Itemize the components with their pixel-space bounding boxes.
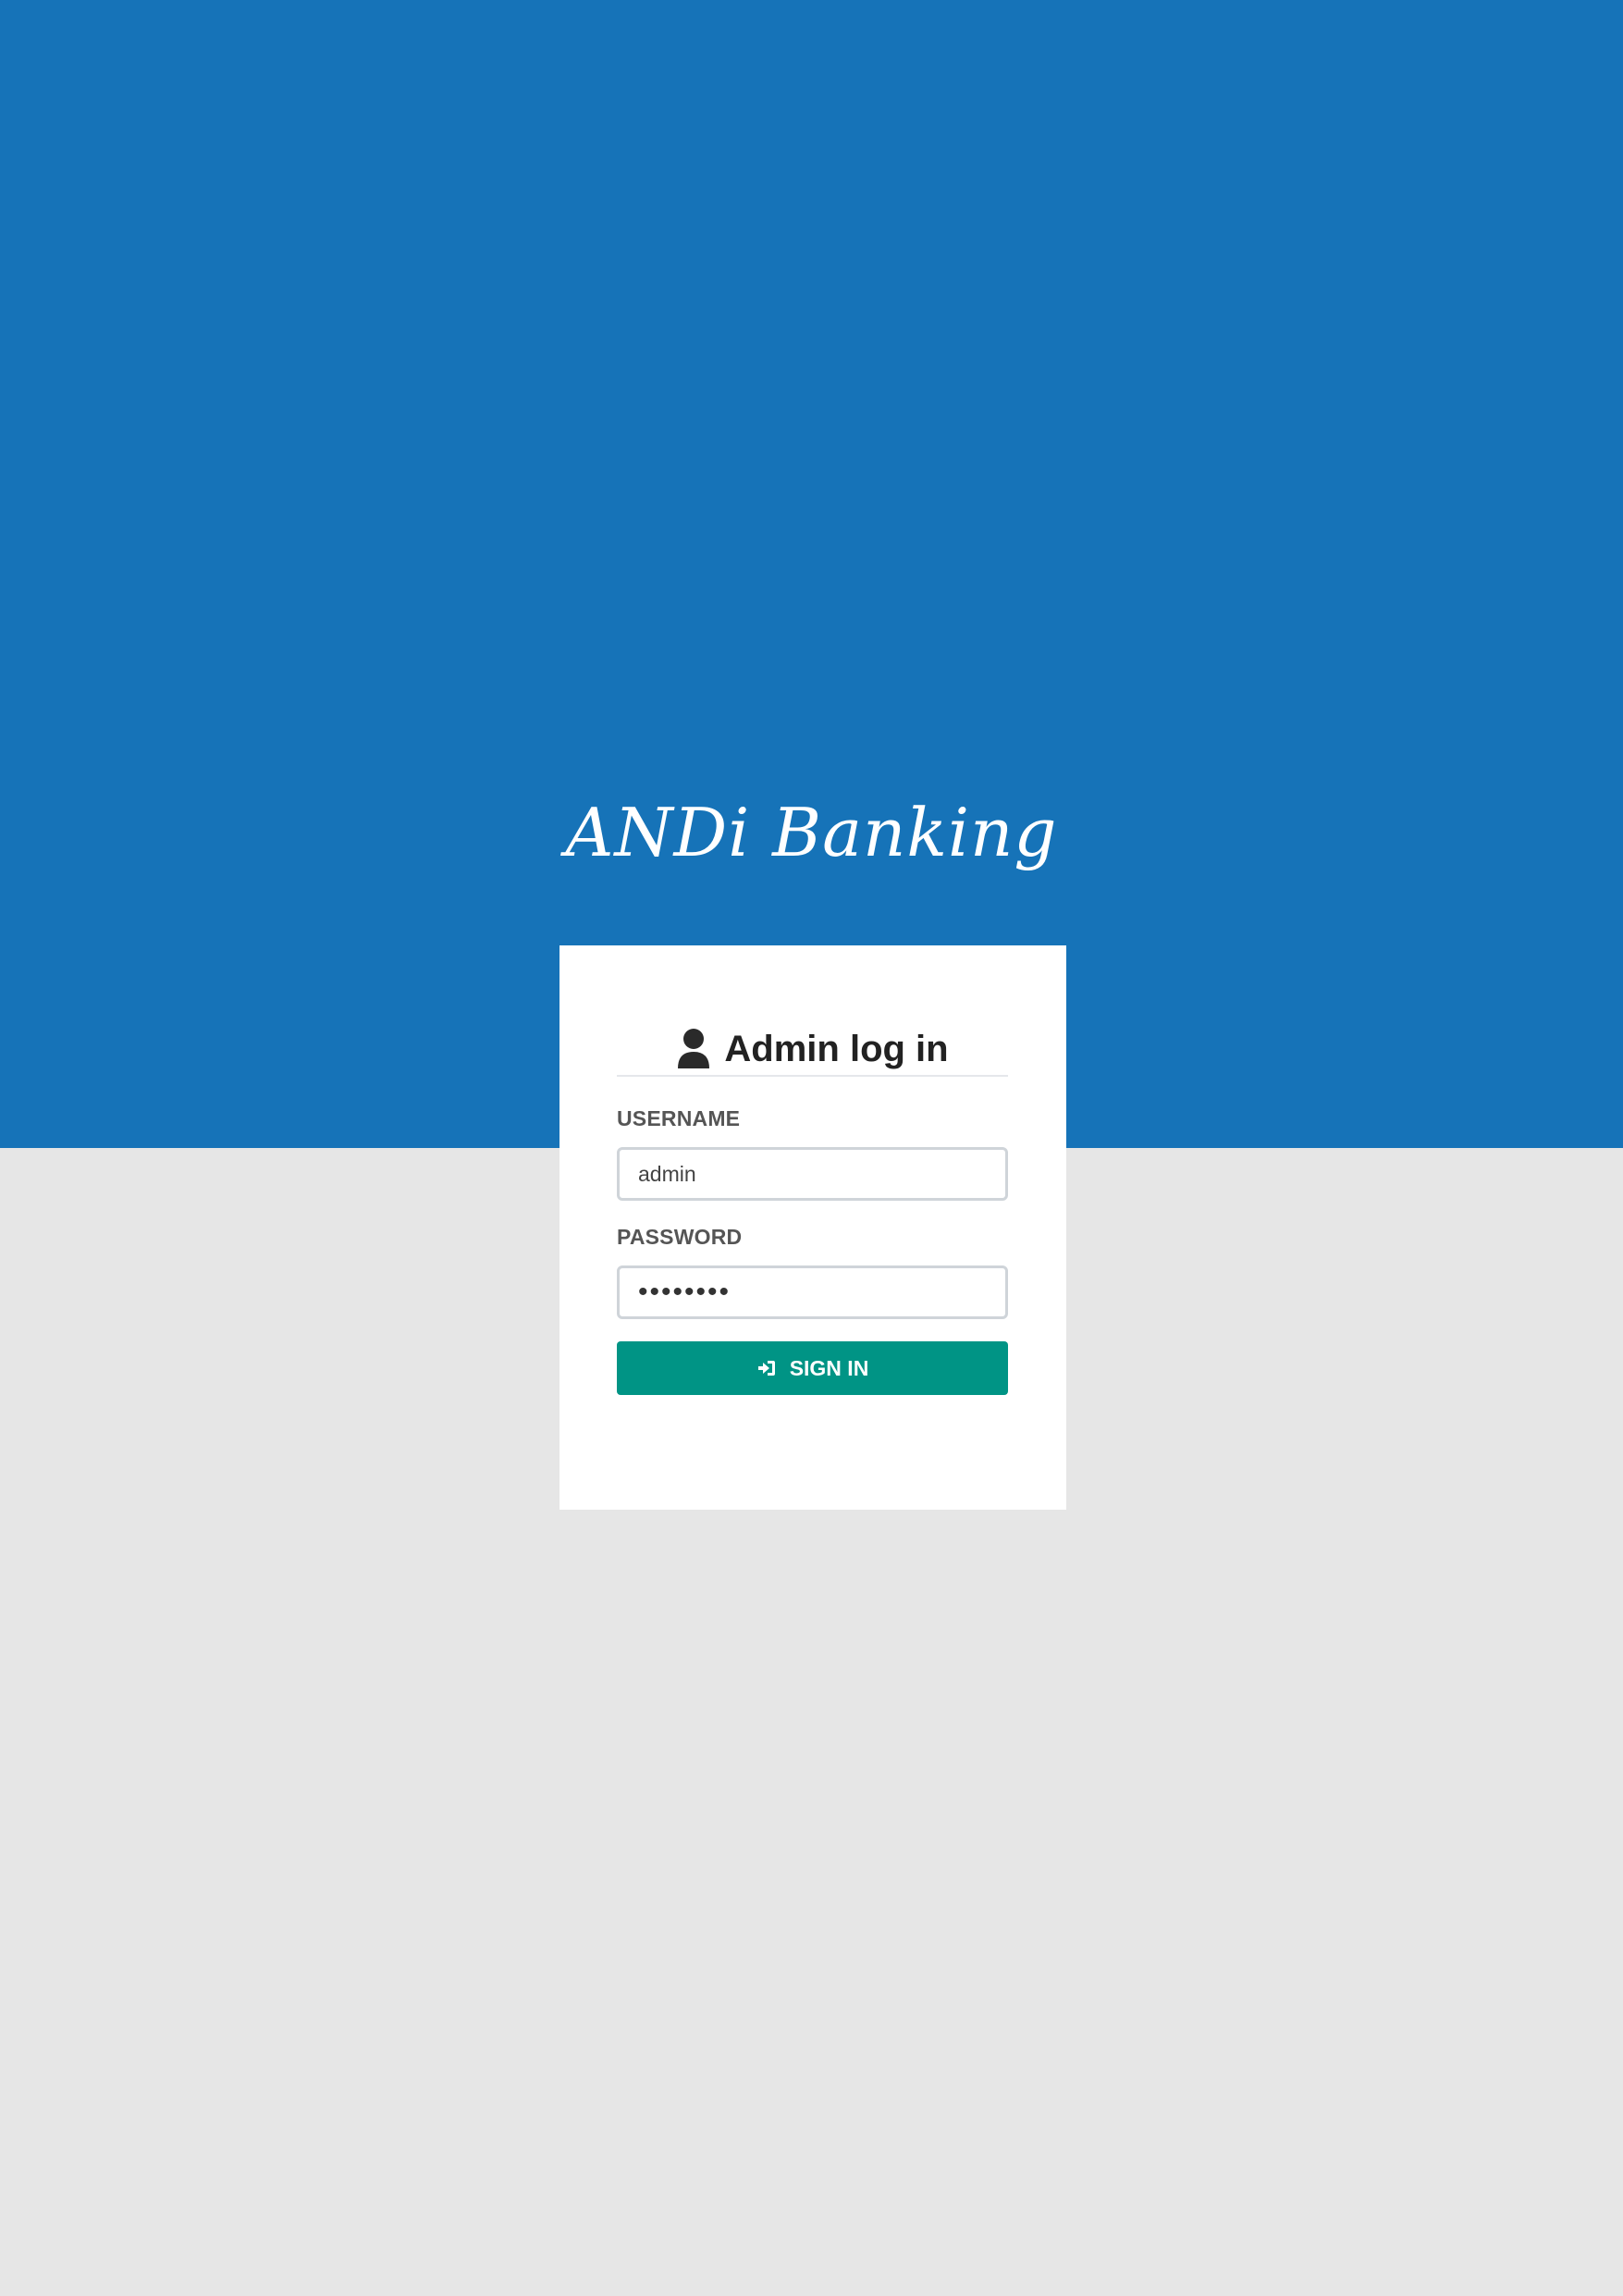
password-label: PASSWORD (617, 1225, 743, 1249)
page-title: Admin log in (724, 1028, 949, 1069)
sign-in-button[interactable]: SIGN IN (617, 1341, 1008, 1395)
user-icon (676, 1028, 711, 1070)
username-input[interactable] (617, 1147, 1008, 1201)
sign-in-label: SIGN IN (789, 1355, 869, 1380)
sign-in-icon (756, 1358, 777, 1378)
header-divider (617, 1075, 1008, 1077)
password-input[interactable] (617, 1265, 1008, 1319)
brand-logo: ANDi Banking (565, 794, 1058, 871)
login-card: Admin log in USERNAME PASSWORD SIGN IN (559, 945, 1066, 1510)
login-card-header: Admin log in (617, 1003, 1008, 1095)
username-label: USERNAME (617, 1106, 741, 1130)
